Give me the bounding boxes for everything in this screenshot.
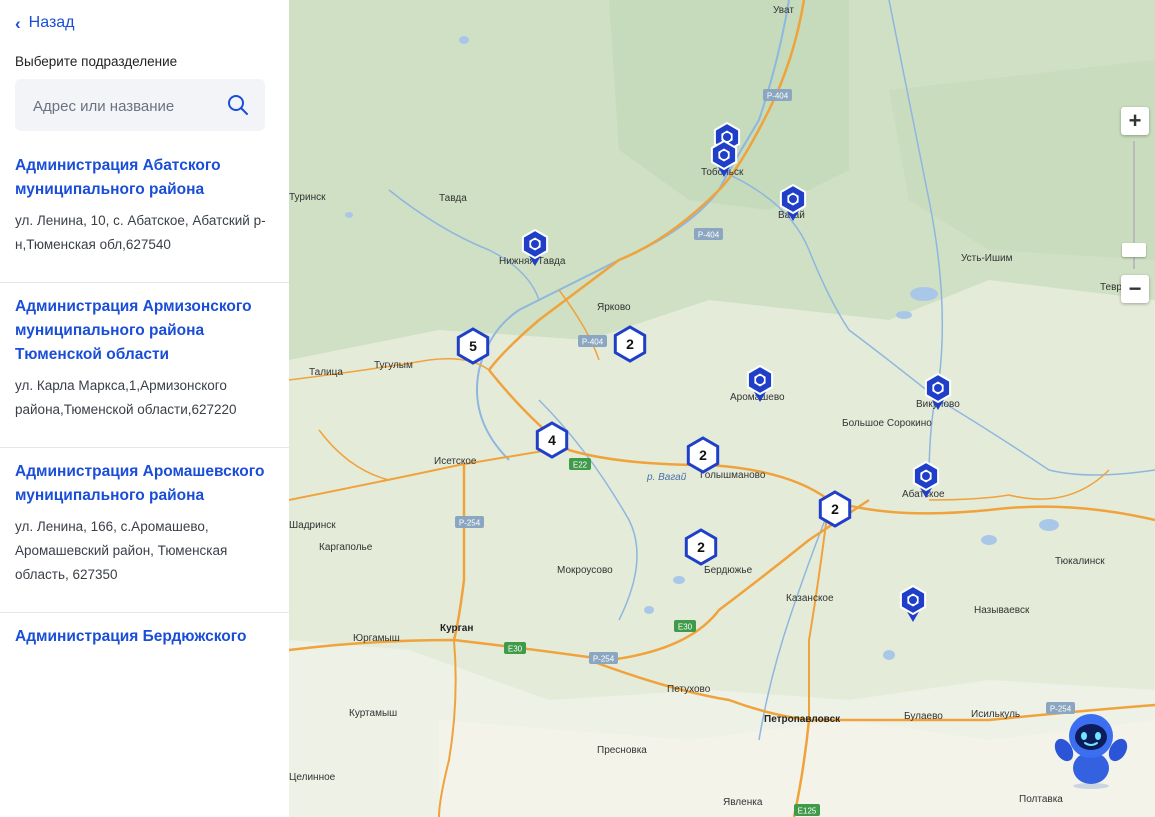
place-label: Туринск <box>289 192 326 203</box>
place-label: Исилькуль <box>971 709 1020 720</box>
back-button[interactable]: ‹ Назад <box>15 14 75 32</box>
road-badge: Р-404 <box>694 228 723 240</box>
map-canvas[interactable]: Р-404 Р-404 Р-404 Е22 Р-254 Е30 Е30 Р-25… <box>289 0 1155 817</box>
item-address: ул. Ленина, 166, с.Аромашево, Аромашевск… <box>15 519 228 582</box>
svg-text:Е22: Е22 <box>573 461 588 470</box>
zoom-slider[interactable] <box>1122 141 1146 269</box>
road-badge: Р-404 <box>578 335 607 347</box>
cluster-marker[interactable]: 2 <box>818 490 852 528</box>
sidebar: ‹ Назад Выберите подразделение Администр… <box>0 0 289 817</box>
svg-text:Е30: Е30 <box>678 623 693 632</box>
cluster-count: 2 <box>699 447 707 463</box>
search-input[interactable] <box>15 79 235 133</box>
list-item[interactable]: Администрация Абатского муниципального р… <box>0 142 289 283</box>
place-label: Называевск <box>974 605 1030 616</box>
road-badge: Р-254 <box>589 652 618 664</box>
subtitle: Выберите подразделение <box>15 54 178 69</box>
place-label: Явленка <box>723 797 763 808</box>
place-label: Бердюжье <box>704 565 753 576</box>
place-label: Петропавловск <box>764 714 841 725</box>
place-label: Булаево <box>904 711 943 722</box>
road-badge: Р-404 <box>763 89 792 101</box>
map[interactable]: Р-404 Р-404 Р-404 Е22 Р-254 Е30 Е30 Р-25… <box>289 0 1155 817</box>
road-badge: Е30 <box>504 642 526 654</box>
cluster-count: 4 <box>548 432 556 448</box>
item-address: ул. Карла Маркса,1,Армизонского района,Т… <box>15 378 237 417</box>
cluster-marker[interactable]: 2 <box>684 528 718 566</box>
place-label: Шадринск <box>289 520 336 531</box>
place-label: Курган <box>440 623 473 634</box>
svg-text:Р-404: Р-404 <box>767 92 789 101</box>
zoom-slider-handle[interactable] <box>1122 243 1146 257</box>
place-label: Каргаполье <box>319 542 373 553</box>
item-name: Администрация Абатского муниципального р… <box>15 157 221 198</box>
road-badge: Е30 <box>674 620 696 632</box>
place-label: Петухово <box>667 684 711 695</box>
road-badge: Е125 <box>794 804 820 816</box>
svg-text:Р-404: Р-404 <box>582 338 604 347</box>
place-label: Целинное <box>289 772 336 783</box>
cluster-marker[interactable]: 5 <box>456 327 490 365</box>
cluster-count: 5 <box>469 338 477 354</box>
list-item[interactable]: Администрация Армизонского муниципальног… <box>0 283 289 448</box>
place-label: Талица <box>309 367 343 378</box>
item-address: ул. Ленина, 10, с. Абатское, Абатский р-… <box>15 213 266 252</box>
svg-text:Р-254: Р-254 <box>593 655 615 664</box>
cluster-count: 2 <box>697 539 705 555</box>
zoom-in-button[interactable]: + <box>1121 107 1149 135</box>
place-label: Тавда <box>439 193 467 204</box>
list-item[interactable]: Администрация Бердюжского <box>0 613 289 672</box>
river-label: р. Вагай <box>646 472 687 483</box>
road-badge: Р-254 <box>455 516 484 528</box>
svg-text:Р-254: Р-254 <box>459 519 481 528</box>
cluster-marker[interactable]: 2 <box>613 325 647 363</box>
cluster-count: 2 <box>831 501 839 517</box>
svg-text:Е125: Е125 <box>798 807 817 816</box>
place-label: Большое Сорокино <box>842 418 932 429</box>
place-label: Тугулым <box>374 360 413 371</box>
search-box <box>15 79 265 133</box>
back-label: Назад <box>28 14 75 31</box>
place-label: Полтавка <box>1019 794 1063 805</box>
place-label: Тюкалинск <box>1055 556 1105 567</box>
cluster-marker[interactable]: 2 <box>686 436 720 474</box>
svg-text:Р-404: Р-404 <box>698 231 720 240</box>
item-name: Администрация Бердюжского <box>15 628 247 645</box>
department-list: Администрация Абатского муниципального р… <box>0 142 289 672</box>
place-label: Ярково <box>597 302 631 313</box>
place-label: Казанское <box>786 593 834 604</box>
place-label: Усть-Ишим <box>961 253 1013 264</box>
place-label: Пресновка <box>597 745 647 756</box>
place-label: Юргамыш <box>353 633 400 644</box>
place-label: Мокроусово <box>557 565 613 576</box>
zoom-out-button[interactable]: − <box>1121 275 1149 303</box>
place-label: Уват <box>773 5 794 16</box>
list-item[interactable]: Администрация Аромашевского муниципально… <box>0 448 289 613</box>
place-label: Куртамыш <box>349 708 397 719</box>
svg-text:Е30: Е30 <box>508 645 523 654</box>
item-name: Администрация Аромашевского муниципально… <box>15 463 265 504</box>
chevron-left-icon: ‹ <box>15 13 21 33</box>
cluster-count: 2 <box>626 336 634 352</box>
place-label: Голышманово <box>700 470 766 481</box>
item-name: Администрация Армизонского муниципальног… <box>15 298 252 363</box>
search-icon[interactable] <box>227 94 249 116</box>
assistant-robot-icon[interactable] <box>1050 710 1132 792</box>
road-badge: Е22 <box>569 458 591 470</box>
cluster-marker[interactable]: 4 <box>535 421 569 459</box>
place-label: Исетское <box>434 456 477 467</box>
zoom-control: + − <box>1121 107 1149 303</box>
